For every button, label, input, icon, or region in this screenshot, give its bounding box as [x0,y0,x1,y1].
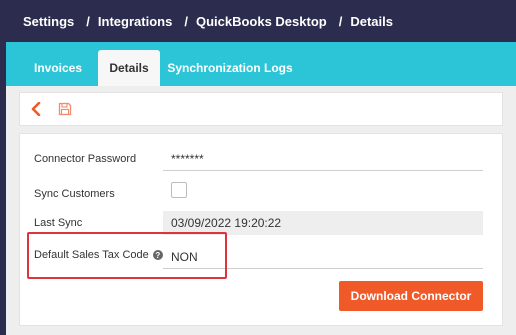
connector-password-label: Connector Password [34,153,137,165]
connector-password-row: Connector Password ******* [20,147,504,175]
highlight-annotation [27,232,227,279]
back-button[interactable] [30,102,42,116]
breadcrumb-separator: / [184,13,188,29]
toolbar [19,92,503,126]
breadcrumb-item-quickbooks-desktop[interactable]: QuickBooks Desktop [196,14,327,29]
tab-synchronization-logs[interactable]: Synchronization Logs [160,50,300,86]
breadcrumb-item-details: Details [350,13,393,29]
download-connector-button[interactable]: Download Connector [339,281,483,311]
floppy-disk-icon [58,102,72,116]
tab-details[interactable]: Details [98,50,160,86]
breadcrumb-separator: / [86,13,90,29]
last-sync-label: Last Sync [34,217,83,229]
chevron-left-icon [31,102,41,116]
sync-customers-checkbox[interactable] [171,182,187,198]
breadcrumb-separator: / [338,13,343,29]
sync-customers-label: Sync Customers [34,188,115,200]
breadcrumb-item-integrations[interactable]: Integrations [98,14,172,29]
tab-invoices[interactable]: Invoices [18,50,98,86]
sync-customers-row: Sync Customers [20,182,504,210]
breadcrumb-item-settings[interactable]: Settings [23,14,74,29]
tab-bar: Invoices Details Synchronization Logs [6,42,516,86]
connector-password-field[interactable]: ******* [163,147,483,171]
breadcrumb: Settings / Integrations / QuickBooks Des… [6,0,516,42]
save-button[interactable] [58,102,72,116]
